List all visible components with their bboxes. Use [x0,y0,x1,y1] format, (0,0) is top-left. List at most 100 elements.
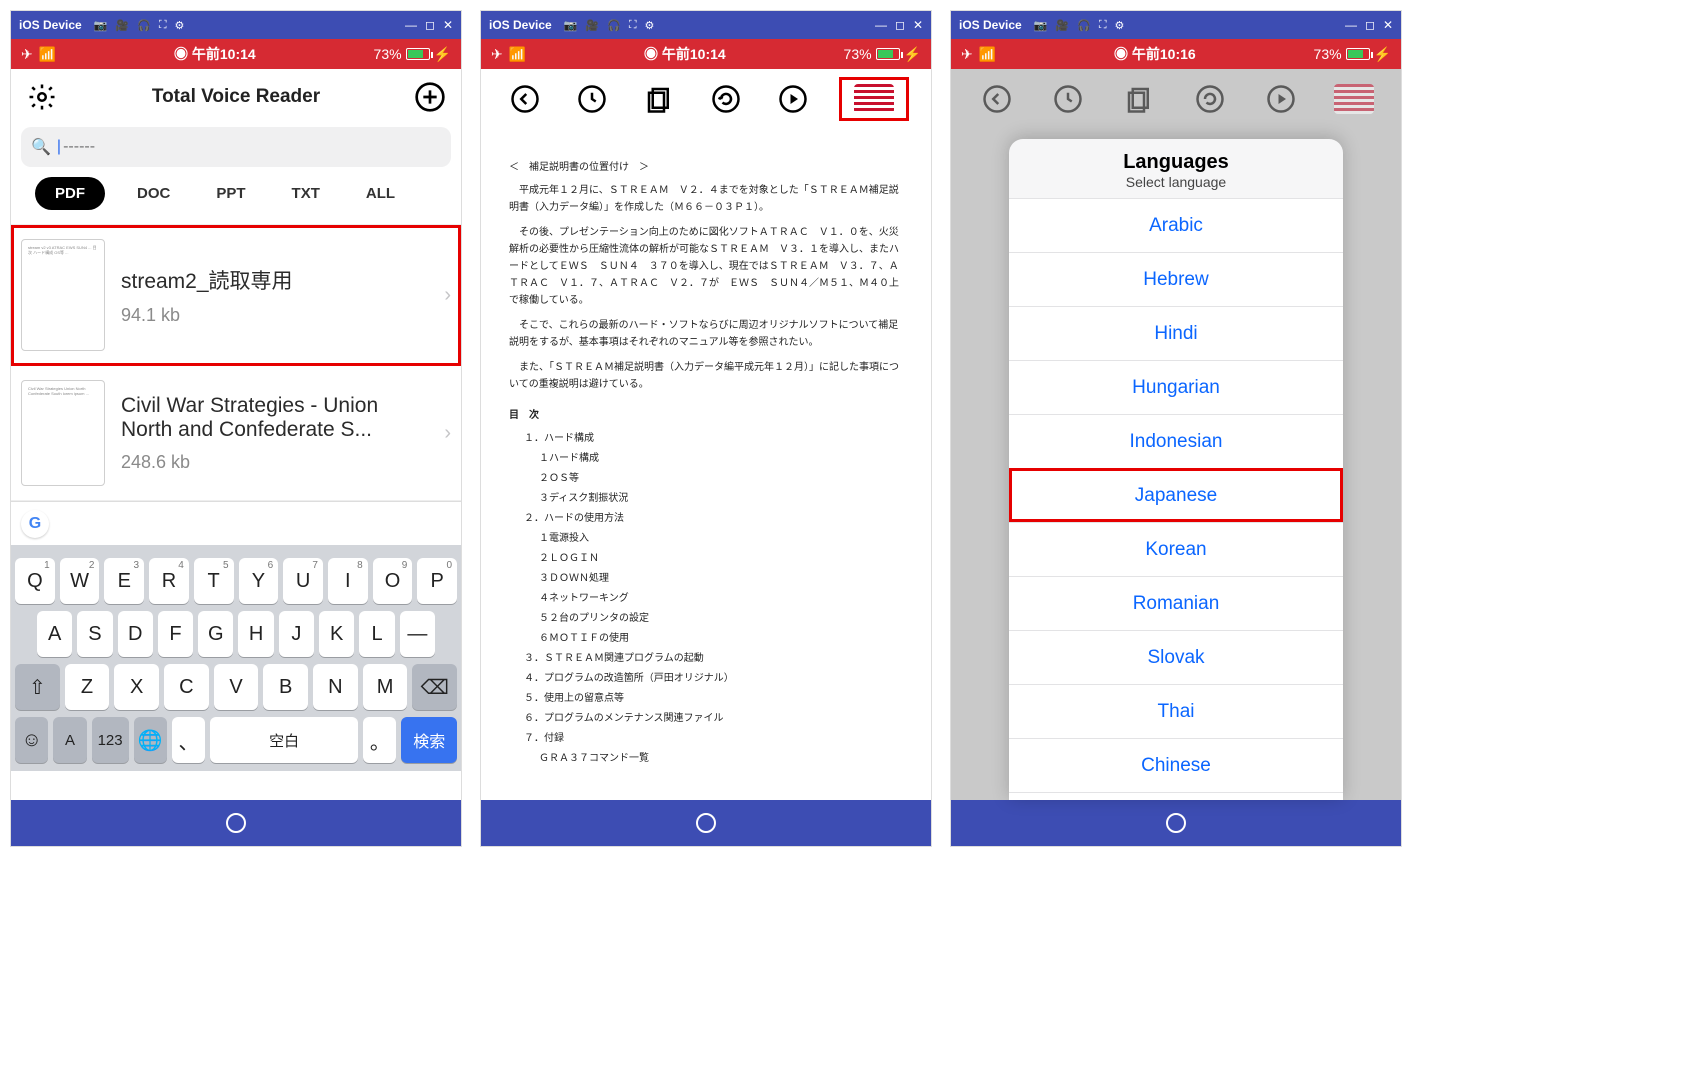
gear-icon[interactable]: ⚙ [175,19,185,32]
key-V[interactable]: V [214,664,259,710]
expand-icon[interactable]: ⛶ [629,19,637,32]
key-S[interactable]: S [77,611,112,657]
language-option[interactable]: Greek [1009,792,1343,800]
play-button[interactable] [1263,81,1299,117]
key-H[interactable]: H [238,611,273,657]
key-A[interactable]: A [37,611,72,657]
language-option[interactable]: Hungarian [1009,360,1343,414]
file-item[interactable]: stream v2 v3 ATRAC EWS SUN4 ... 目次 ハード構成… [11,225,461,366]
tab-ppt[interactable]: PPT [202,177,259,210]
back-button[interactable] [507,81,543,117]
key-D[interactable]: D [118,611,153,657]
settings-button[interactable] [25,80,59,114]
video-icon[interactable]: 🎥 [585,19,599,32]
space-key[interactable]: 空白 [210,717,358,763]
search-bar[interactable]: 🔍 | [21,127,451,167]
key-I[interactable]: I8 [328,558,368,604]
window-close-icon[interactable]: ✕ [913,18,923,32]
gear-icon[interactable]: ⚙ [645,19,655,32]
home-button[interactable] [696,813,716,833]
tab-doc[interactable]: DOC [123,177,184,210]
language-option[interactable]: Korean [1009,522,1343,576]
language-option[interactable]: Japanese [1009,468,1343,522]
google-icon[interactable]: G [21,510,49,538]
key-B[interactable]: B [263,664,308,710]
key-U[interactable]: U7 [283,558,323,604]
key-O[interactable]: O9 [373,558,413,604]
key-F[interactable]: F [158,611,193,657]
document-view[interactable]: ＜ 補足説明書の位置付け ＞ 平成元年１２月に、ＳＴＲＥＡＭ Ｖ２．４までを対象… [481,129,931,800]
video-icon[interactable]: 🎥 [115,19,129,32]
key-K[interactable]: K [319,611,354,657]
window-maximize-icon[interactable]: ◻ [1365,18,1375,32]
key-P[interactable]: P0 [417,558,457,604]
gear-icon[interactable]: ⚙ [1115,19,1125,32]
key-J[interactable]: J [279,611,314,657]
language-option[interactable]: Indonesian [1009,414,1343,468]
window-maximize-icon[interactable]: ◻ [425,18,435,32]
refresh-button[interactable] [708,81,744,117]
language-option[interactable]: Slovak [1009,630,1343,684]
window-maximize-icon[interactable]: ◻ [895,18,905,32]
key-C[interactable]: C [164,664,209,710]
home-button[interactable] [1166,813,1186,833]
language-option[interactable]: Chinese [1009,738,1343,792]
camera-icon[interactable]: 📷 [564,19,578,32]
comma-key[interactable]: 、 [172,717,205,763]
number-mode-key[interactable]: 123 [92,717,129,763]
language-option[interactable]: Arabic [1009,198,1343,252]
camera-icon[interactable]: 📷 [1034,19,1048,32]
key-W[interactable]: W2 [60,558,100,604]
language-option[interactable]: Hindi [1009,306,1343,360]
add-button[interactable] [413,80,447,114]
history-button[interactable] [1050,81,1086,117]
camera-icon[interactable]: 📷 [94,19,108,32]
headphones-icon[interactable]: 🎧 [1077,19,1091,32]
window-minimize-icon[interactable]: — [405,18,417,32]
window-close-icon[interactable]: ✕ [443,18,453,32]
window-minimize-icon[interactable]: — [1345,18,1357,32]
letter-mode-key[interactable]: A [53,717,86,763]
key-Y[interactable]: Y6 [239,558,279,604]
search-key[interactable]: 検索 [401,717,457,763]
emoji-key[interactable]: ☺ [15,717,48,763]
key-E[interactable]: E3 [104,558,144,604]
language-flag-button[interactable] [1334,84,1374,114]
history-button[interactable] [574,81,610,117]
period-key[interactable]: 。 [363,717,396,763]
tab-all[interactable]: ALL [352,177,409,210]
key-N[interactable]: N [313,664,358,710]
refresh-button[interactable] [1192,81,1228,117]
key-Q[interactable]: Q1 [15,558,55,604]
window-close-icon[interactable]: ✕ [1383,18,1393,32]
video-icon[interactable]: 🎥 [1055,19,1069,32]
language-option[interactable]: Hebrew [1009,252,1343,306]
pages-button[interactable] [641,81,677,117]
window-minimize-icon[interactable]: — [875,18,887,32]
key-G[interactable]: G [198,611,233,657]
file-item[interactable]: Civil War Strategies Union North Confede… [11,366,461,501]
shift-key[interactable]: ⇧ [15,664,60,710]
home-button[interactable] [226,813,246,833]
back-button[interactable] [979,81,1015,117]
language-flag-button[interactable] [842,80,906,118]
key-Z[interactable]: Z [65,664,110,710]
expand-icon[interactable]: ⛶ [159,19,167,32]
backspace-key[interactable]: ⌫ [412,664,457,710]
tab-txt[interactable]: TXT [278,177,334,210]
key-X[interactable]: X [114,664,159,710]
headphones-icon[interactable]: 🎧 [607,19,621,32]
search-input[interactable] [63,138,441,156]
key-M[interactable]: M [363,664,408,710]
key-—[interactable]: — [400,611,435,657]
language-option[interactable]: Romanian [1009,576,1343,630]
globe-key[interactable]: 🌐 [134,717,167,763]
language-list[interactable]: ArabicHebrewHindiHungarianIndonesianJapa… [1009,198,1343,800]
key-L[interactable]: L [359,611,394,657]
key-T[interactable]: T5 [194,558,234,604]
play-button[interactable] [775,81,811,117]
expand-icon[interactable]: ⛶ [1099,19,1107,32]
headphones-icon[interactable]: 🎧 [137,19,151,32]
pages-button[interactable] [1121,81,1157,117]
language-option[interactable]: Thai [1009,684,1343,738]
